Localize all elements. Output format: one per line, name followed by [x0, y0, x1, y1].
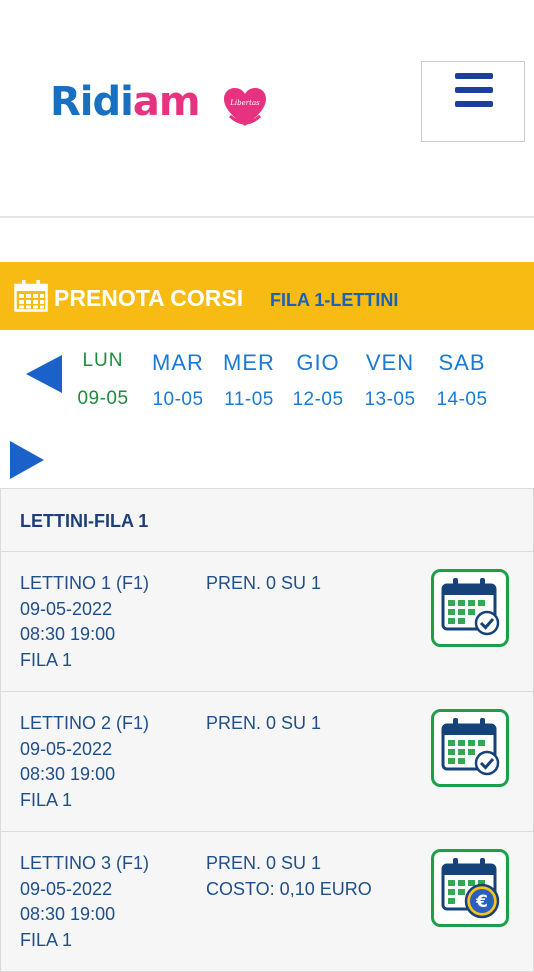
- item-row-label: FILA 1: [20, 649, 73, 670]
- item-time: 08:30 19:00: [20, 904, 116, 924]
- logo[interactable]: Ridiam: [50, 78, 201, 126]
- day-tab-gio[interactable]: GIO 12-05: [282, 350, 354, 412]
- day-name: GIO: [296, 350, 340, 375]
- calendar-icon: [14, 280, 48, 312]
- calendar-euro-icon[interactable]: €: [431, 849, 509, 927]
- day-name: LUN: [82, 350, 124, 371]
- day-tab-lun[interactable]: LUN 09-05: [67, 348, 139, 411]
- day-date: 14-05: [436, 389, 488, 410]
- table-header-label: LETTINI-FILA 1: [20, 511, 149, 531]
- table-row: LETTINO 1 (F1) 09-05-2022 08:30 19:00 FI…: [0, 552, 534, 692]
- day-name: MAR: [152, 350, 204, 375]
- item-date: 09-05-2022: [20, 738, 113, 759]
- previous-week-arrow-icon[interactable]: [26, 355, 62, 393]
- item-row-label: FILA 1: [20, 789, 73, 810]
- day-date: 11-05: [224, 389, 274, 410]
- site-header: Ridiam Libertas: [0, 0, 534, 218]
- hamburger-bar: [455, 101, 493, 107]
- item-time: 08:30 19:00: [20, 764, 116, 784]
- banner-title: PRENOTA CORSI: [54, 285, 244, 311]
- calendar-check-icon[interactable]: [431, 709, 509, 787]
- hamburger-bar: [455, 73, 493, 79]
- item-availability: PREN. 0 SU 1: [206, 853, 322, 873]
- table-row: LETTINO 3 (F1) 09-05-2022 08:30 19:00 FI…: [0, 832, 534, 972]
- table-row: LETTINO 2 (F1) 09-05-2022 08:30 19:00 FI…: [0, 692, 534, 832]
- item-cost: COSTO: 0,10 EURO: [206, 878, 372, 899]
- logo-text-am: am: [132, 79, 201, 125]
- logo-text-ridi: Ridi: [50, 79, 134, 125]
- item-name: LETTINO 1 (F1): [20, 573, 150, 593]
- item-date: 09-05-2022: [20, 878, 113, 899]
- calendar-check-icon[interactable]: [431, 569, 509, 647]
- item-name: LETTINO 3 (F1): [20, 853, 150, 873]
- item-row-label: FILA 1: [20, 929, 73, 950]
- day-date: 12-05: [292, 389, 344, 410]
- day-date: 10-05: [152, 389, 204, 410]
- item-name: LETTINO 2 (F1): [20, 713, 150, 733]
- day-tab-sab[interactable]: SAB 14-05: [426, 350, 498, 412]
- table-header: LETTINI-FILA 1: [0, 488, 534, 552]
- item-availability: PREN. 0 SU 1: [206, 573, 322, 593]
- day-tab-ven[interactable]: VEN 13-05: [354, 350, 426, 412]
- item-time: 08:30 19:00: [20, 624, 116, 644]
- day-tab-mar[interactable]: MAR 10-05: [142, 350, 214, 412]
- hamburger-bar: [455, 87, 493, 93]
- item-date: 09-05-2022: [20, 598, 113, 619]
- banner-subtitle: FILA 1-LETTINI: [270, 290, 399, 310]
- svg-text:€: €: [475, 892, 488, 912]
- booking-banner: PRENOTA CORSI FILA 1-LETTINI: [0, 262, 534, 330]
- next-week-arrow-icon[interactable]: [10, 441, 44, 479]
- item-availability: PREN. 0 SU 1: [206, 713, 322, 733]
- menu-button[interactable]: [421, 61, 525, 142]
- logo-heart-text: Libertas: [229, 99, 260, 107]
- day-name: MER: [223, 350, 275, 375]
- day-date: 13-05: [364, 389, 416, 410]
- day-name: VEN: [365, 350, 415, 375]
- day-date: 09-05: [77, 388, 129, 409]
- day-tab-mer[interactable]: MER 11-05: [213, 350, 285, 412]
- logo-heart-icon: Libertas: [224, 88, 266, 126]
- day-name: SAB: [438, 350, 486, 375]
